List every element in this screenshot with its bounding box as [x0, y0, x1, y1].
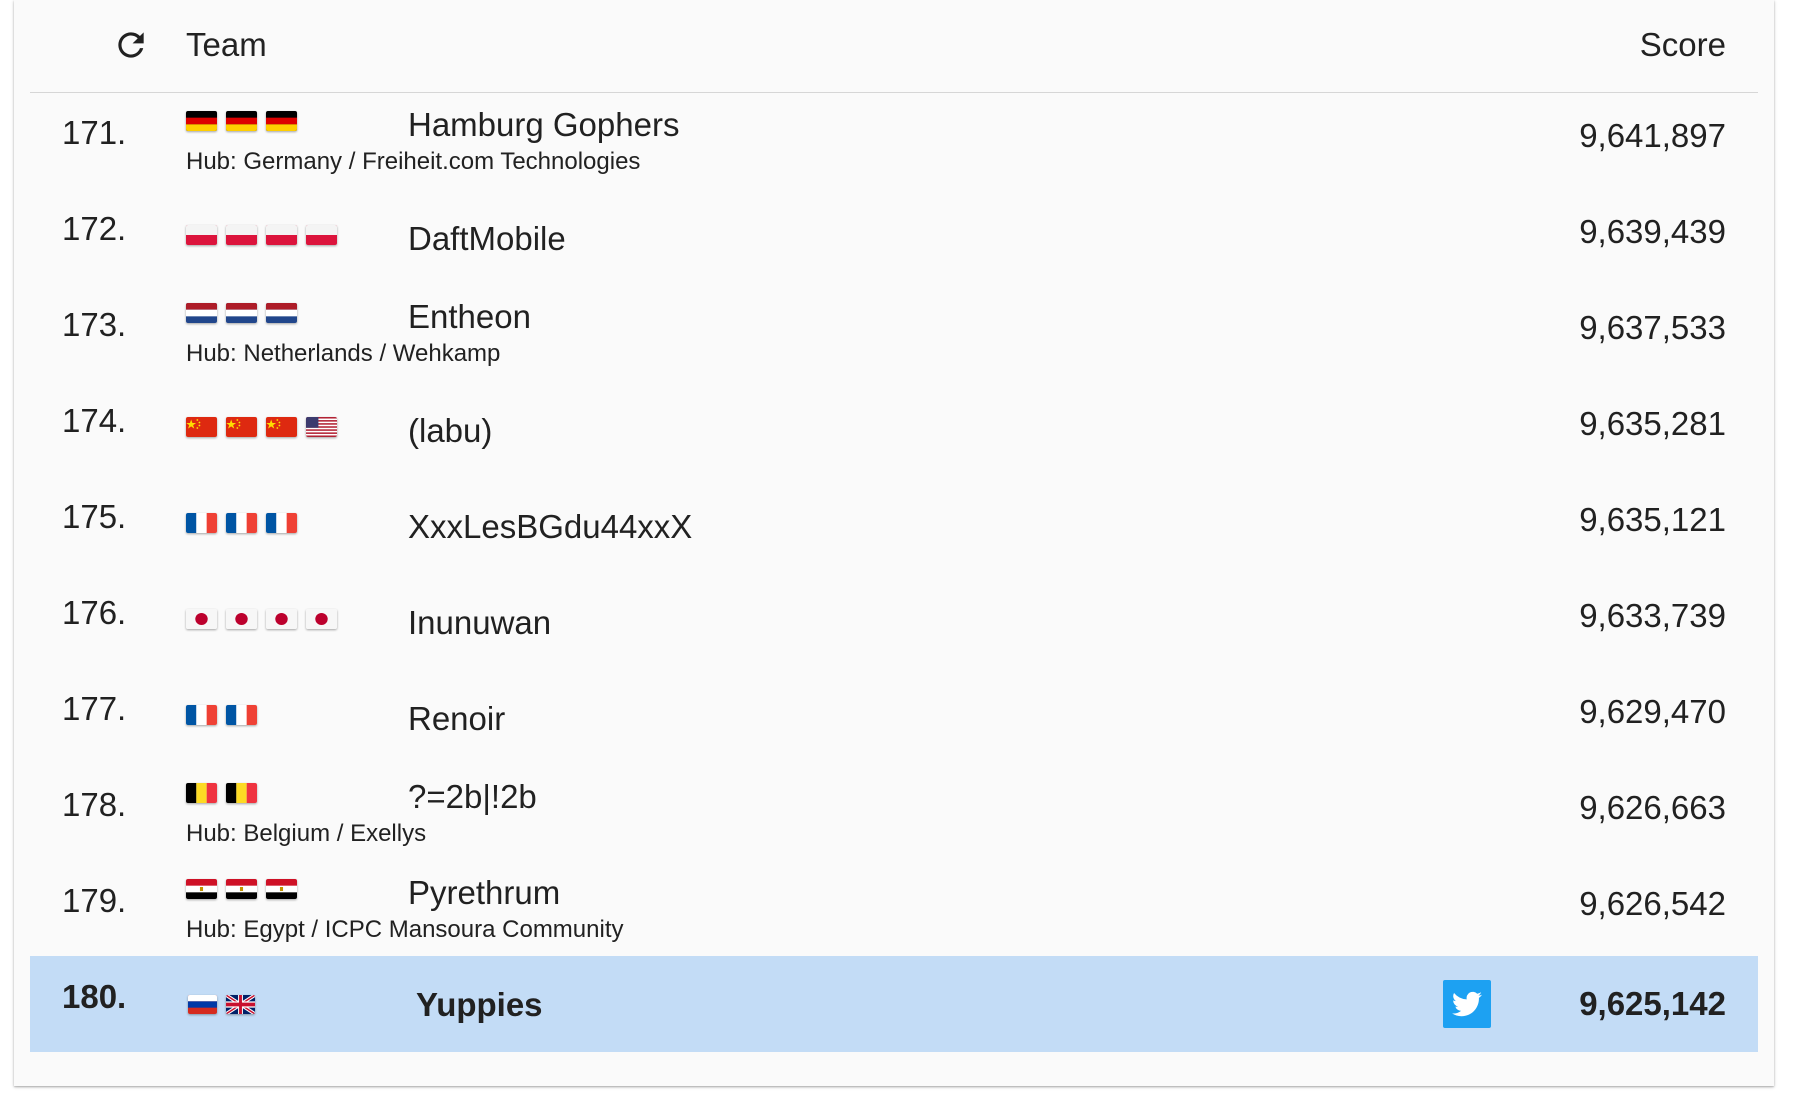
flag-pl-icon — [186, 225, 217, 245]
team-name: (labu) — [408, 412, 493, 449]
rank-number: 175. — [62, 498, 127, 535]
flag-fr-icon — [226, 705, 257, 725]
scoreboard-card: Team Score 171. Hamburg Gophers Hub: Germa… — [14, 0, 1774, 1086]
team-row[interactable]: 174. (labu) 9,635,281 — [30, 380, 1758, 476]
team-score: 9,635,121 — [1579, 501, 1726, 538]
rank-number: 178. — [62, 786, 127, 823]
team-hub: Hub: Belgium / Exellys — [186, 820, 427, 847]
flag-nl-icon — [186, 303, 217, 323]
team-name: ?=2b|!2b — [408, 778, 537, 815]
flag-de-icon — [266, 111, 297, 131]
team-row[interactable]: 175. XxxLesBGdu44xxX 9,635,121 — [30, 476, 1758, 572]
flag-pl-icon — [226, 225, 257, 245]
flag-pl-icon — [266, 225, 297, 245]
team-flags — [186, 705, 257, 727]
team-score: 9,626,663 — [1579, 789, 1726, 826]
flag-fr-icon — [226, 513, 257, 533]
score-column-header[interactable]: Score — [1640, 26, 1726, 64]
team-flags — [188, 995, 255, 1017]
rank-number: 180. — [62, 978, 127, 1015]
team-flags — [186, 225, 337, 247]
team-name: Inunuwan — [408, 604, 552, 641]
flag-us-icon — [306, 417, 337, 437]
team-score: 9,641,897 — [1579, 117, 1726, 154]
flag-be-icon — [186, 783, 217, 803]
flag-de-icon — [186, 111, 217, 131]
flag-ru-icon — [188, 995, 217, 1014]
team-score: 9,629,470 — [1579, 693, 1726, 730]
flag-de-icon — [226, 111, 257, 131]
team-flags — [186, 111, 297, 133]
team-row[interactable]: 176. Inunuwan 9,633,739 — [30, 572, 1758, 668]
team-score: 9,639,439 — [1579, 213, 1726, 250]
team-score: 9,625,142 — [1579, 985, 1726, 1022]
team-row[interactable]: 173. Entheon Hub: Netherlands / Wehkamp 9,6… — [30, 284, 1758, 380]
flag-pl-icon — [306, 225, 337, 245]
flag-jp-icon — [266, 609, 297, 629]
flag-jp-icon — [186, 609, 217, 629]
team-hub: Hub: Egypt / ICPC Mansoura Community — [186, 916, 624, 943]
flag-cn-icon — [186, 417, 217, 437]
flag-jp-icon — [226, 609, 257, 629]
team-name: DaftMobile — [408, 220, 566, 257]
rank-number: 176. — [62, 594, 127, 631]
twitter-icon[interactable] — [1443, 980, 1491, 1028]
team-row[interactable]: 177. Renoir 9,629,470 — [30, 668, 1758, 764]
team-row[interactable]: 178. ?=2b|!2b Hub: Belgium / Exellys 9,626,… — [30, 764, 1758, 860]
team-name: XxxLesBGdu44xxX — [408, 508, 693, 545]
refresh-icon[interactable] — [112, 26, 150, 64]
rank-number: 177. — [62, 690, 127, 727]
team-row[interactable]: 171. Hamburg Gophers Hub: Germany / Freihe… — [30, 92, 1758, 188]
team-name: Renoir — [408, 700, 506, 737]
team-row[interactable]: 179. Pyrethrum Hub: Egypt / ICPC Mansoura … — [30, 860, 1758, 956]
rank-number: 174. — [62, 402, 127, 439]
rank-number: 179. — [62, 882, 127, 919]
team-flags — [186, 609, 337, 631]
flag-fr-icon — [266, 513, 297, 533]
team-name: Pyrethrum — [408, 874, 561, 911]
rank-number: 171. — [62, 114, 127, 151]
team-name: Hamburg Gophers — [408, 106, 680, 143]
team-flags — [186, 303, 297, 325]
rank-number: 173. — [62, 306, 127, 343]
flag-gb-icon — [226, 995, 255, 1014]
flag-eg-icon — [186, 879, 217, 899]
team-hub: Hub: Germany / Freiheit.com Technologies — [186, 148, 641, 175]
team-flags — [186, 783, 257, 805]
flag-nl-icon — [226, 303, 257, 323]
team-name: Entheon — [408, 298, 531, 335]
flag-fr-icon — [186, 513, 217, 533]
flag-eg-icon — [266, 879, 297, 899]
team-flags — [186, 417, 337, 439]
flag-cn-icon — [226, 417, 257, 437]
team-score: 9,635,281 — [1579, 405, 1726, 442]
team-row[interactable]: 180. Yuppies 9,625,142 — [30, 956, 1758, 1052]
team-score: 9,626,542 — [1579, 885, 1726, 922]
team-column-header[interactable]: Team — [186, 26, 267, 64]
team-score: 9,633,739 — [1579, 597, 1726, 634]
team-score: 9,637,533 — [1579, 309, 1726, 346]
team-row[interactable]: 172. DaftMobile 9,639,439 — [30, 188, 1758, 284]
rank-number: 172. — [62, 210, 127, 247]
scoreboard-header: Team Score — [30, 0, 1758, 93]
flag-jp-icon — [306, 609, 337, 629]
team-hub: Hub: Netherlands / Wehkamp — [186, 340, 501, 367]
flag-cn-icon — [266, 417, 297, 437]
flag-nl-icon — [266, 303, 297, 323]
flag-fr-icon — [186, 705, 217, 725]
team-flags — [186, 879, 297, 901]
team-name: Yuppies — [416, 986, 543, 1023]
team-flags — [186, 513, 297, 535]
flag-eg-icon — [226, 879, 257, 899]
flag-be-icon — [226, 783, 257, 803]
